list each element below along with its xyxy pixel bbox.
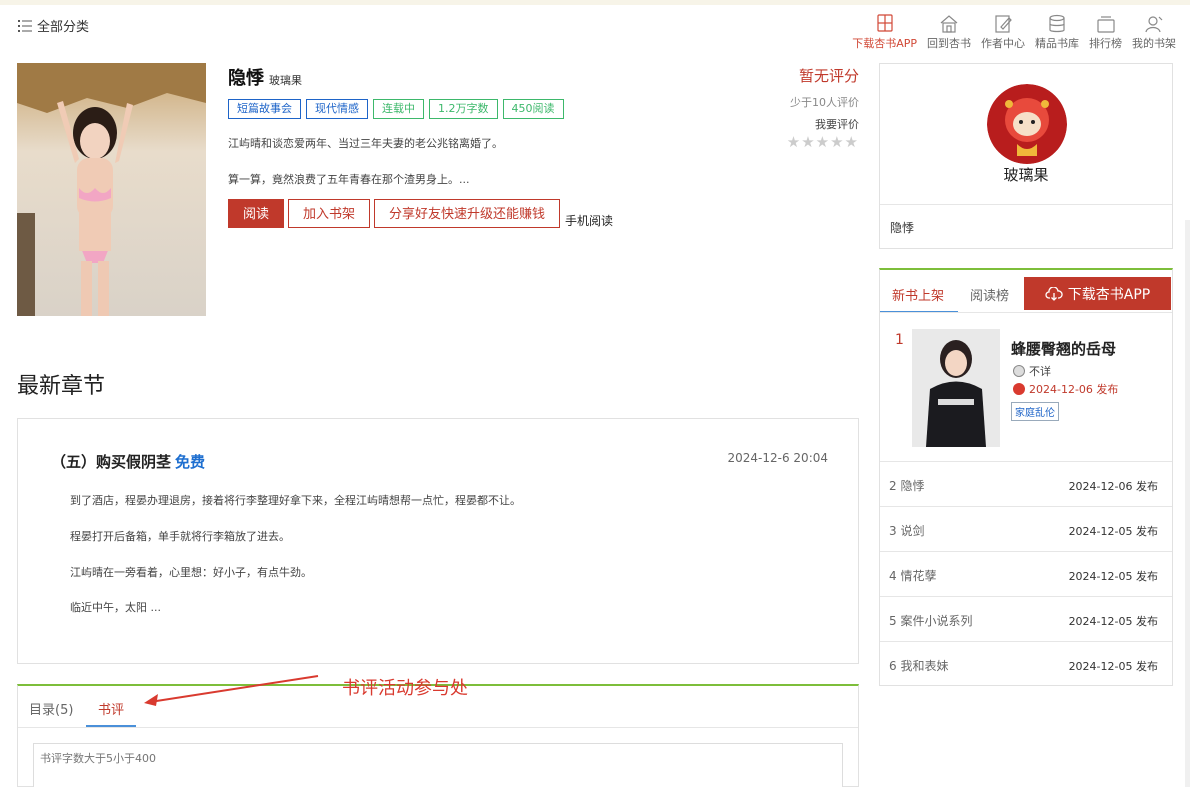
download-app-label: 下载杏书APP [1067,286,1151,303]
rank-title[interactable]: 5 案件小说系列 [889,612,972,629]
top-book-author-row: 不详 [1013,363,1051,379]
clock-icon [1013,383,1025,395]
scrollbar[interactable] [1185,220,1190,787]
chapter-paragraph: 程晏打开后备箱，单手就将行李箱放了进去。 [70,530,290,543]
list-item[interactable]: 4 情花孽 2024-12-05 发布 [880,551,1172,596]
nav-download-app[interactable]: 下载杏书APP [852,14,917,51]
divider [880,204,1172,205]
chapter-title-row[interactable]: （五）购买假阴茎 免费 [51,451,205,472]
list-icon [18,19,32,32]
active-tab-indicator [86,725,136,727]
star-rating-input[interactable]: ★★★★★ [787,133,859,151]
nav-author-center-label: 作者中心 [981,37,1025,50]
list-item[interactable]: 6 我和表妹 2024-12-05 发布 [880,641,1172,686]
rate-link[interactable]: 我要评价 [787,116,859,132]
list-item[interactable]: 3 说剑 2024-12-05 发布 [880,506,1172,551]
tag-category[interactable]: 现代情感 [306,99,368,119]
read-button[interactable]: 阅读 [228,199,285,228]
user-icon [1013,365,1025,377]
book-description-line2: 算一算，竟然浪费了五年青春在那个渣男身上。... [228,173,470,186]
avatar[interactable] [987,84,1067,164]
tab-new-books[interactable]: 新书上架 [892,285,944,304]
annotation-arrow [144,675,319,706]
author-name[interactable]: 玻璃果 [880,164,1172,185]
book-description-line1: 江屿晴和谈恋爱两年、当过三年夫妻的老公兆铭离婚了。 [228,137,503,150]
tag-word-count: 1.2万字数 [429,99,498,119]
download-app-button[interactable]: 下载杏书APP [1024,277,1171,310]
nav-home[interactable]: 回到杏书 [927,14,971,51]
rating-count: 少于10人评价 [790,96,859,109]
tab-review[interactable]: 书评 [98,699,124,718]
book-cover-image[interactable] [17,63,206,316]
nav-ranking-label: 排行榜 [1089,37,1122,50]
rank-date: 2024-12-05 发布 [1068,570,1158,583]
rank-date: 2024-12-05 发布 [1068,615,1158,628]
nav-download-app-label: 下载杏书APP [852,37,917,50]
top-book-date-row: 2024-12-06 发布 [1013,381,1118,397]
author-book-link[interactable]: 隐悸 [890,219,914,236]
share-button[interactable]: 分享好友快速升级还能赚钱 [374,199,561,228]
tag-read-count: 450阅读 [502,99,564,119]
nav-library[interactable]: 精品书库 [1035,14,1079,51]
user-icon [1145,16,1163,33]
chapter-paragraph: 江屿晴在一旁看着，心里想：好小子，有点牛劲。 [70,566,312,579]
rank-date: 2024-12-06 发布 [1068,480,1158,493]
all-categories-label: 全部分类 [37,20,90,35]
rank-title[interactable]: 3 说剑 [889,522,924,539]
nav-author-center[interactable]: 作者中心 [981,14,1025,51]
latest-chapter-heading: 最新章节 [17,374,106,399]
free-badge: 免费 [175,453,206,471]
chapter-date: 2024-12-6 20:04 [727,451,829,465]
list-item[interactable]: 2 隐悸 2024-12-06 发布 [880,461,1172,506]
top-book-author: 不详 [1029,365,1051,378]
rating-panel: 暂无评分 少于10人评价 我要评价 ★★★★★ [787,65,859,151]
top-book-date: 2024-12-06 发布 [1029,383,1119,396]
top-book-cover[interactable] [912,329,1000,447]
all-categories-link[interactable]: 全部分类 [18,16,89,35]
rank-title[interactable]: 2 隐悸 [889,477,924,494]
divider [880,312,1172,313]
rank-date: 2024-12-05 发布 [1068,660,1158,673]
list-item[interactable]: 5 案件小说系列 2024-12-05 发布 [880,596,1172,641]
edit-icon [995,15,1012,33]
chapter-paragraph: 到了酒店，程晏办理退房，接着将行李整理好拿下来，全程江屿晴想帮一点忙，程晏都不让… [70,494,521,507]
phone-book-icon [876,14,893,32]
ranking-icon [1096,16,1115,33]
annotation-label: 书评活动参与处 [342,678,468,699]
book-title: 隐悸 [228,68,264,89]
home-icon [940,15,958,33]
rank-title[interactable]: 6 我和表妹 [889,657,948,674]
cloud-download-icon [1045,286,1063,301]
book-title-row: 隐悸 玻璃果 [228,64,302,90]
author-panel: 玻璃果 隐悸 [879,63,1173,249]
tab-catalog[interactable]: 目录(5) [29,699,73,718]
book-author[interactable]: 玻璃果 [269,72,302,88]
book-tags: 短篇故事会 现代情感 连载中 1.2万字数 450阅读 [228,99,564,119]
nav-my-shelf-label: 我的书架 [1132,37,1176,50]
top-strip [0,0,1190,5]
nav-my-shelf[interactable]: 我的书架 [1132,14,1176,51]
review-textarea[interactable] [33,743,843,787]
chapter-title[interactable]: （五）购买假阴茎 [51,453,171,471]
rank-number: 1 [895,332,904,348]
top-book-title[interactable]: 蜂腰臀翘的岳母 [1011,338,1116,359]
book-action-buttons: 阅读 加入书架 分享好友快速升级还能赚钱 手机阅读 [228,199,613,228]
ranking-panel: 新书上架 阅读榜 下载杏书APP 1 蜂腰臀翘的岳母 不详 2024-12-06… [879,268,1173,686]
latest-chapter-card: （五）购买假阴茎 免费 2024-12-6 20:04 到了酒店，程晏办理退房，接… [17,418,859,664]
rank-title[interactable]: 4 情花孽 [889,567,936,584]
database-icon [1049,14,1065,33]
top-nav: 下载杏书APP 回到杏书 作者中心 精品书库 排行榜 我的书架 [852,14,1176,51]
tag-genre[interactable]: 短篇故事会 [228,99,301,119]
tag-status: 连载中 [373,99,424,119]
nav-library-label: 精品书库 [1035,37,1079,50]
mobile-read-link[interactable]: 手机阅读 [565,214,613,228]
rank-date: 2024-12-05 发布 [1068,525,1158,538]
top-book-tag[interactable]: 家庭乱伦 [1011,402,1059,421]
tab-read-ranking[interactable]: 阅读榜 [970,285,1009,304]
nav-home-label: 回到杏书 [927,37,971,50]
chapter-paragraph: 临近中午，太阳 ... [70,601,161,614]
nav-ranking[interactable]: 排行榜 [1089,14,1122,51]
rating-score: 暂无评分 [798,67,859,85]
add-to-shelf-button[interactable]: 加入书架 [288,199,371,228]
